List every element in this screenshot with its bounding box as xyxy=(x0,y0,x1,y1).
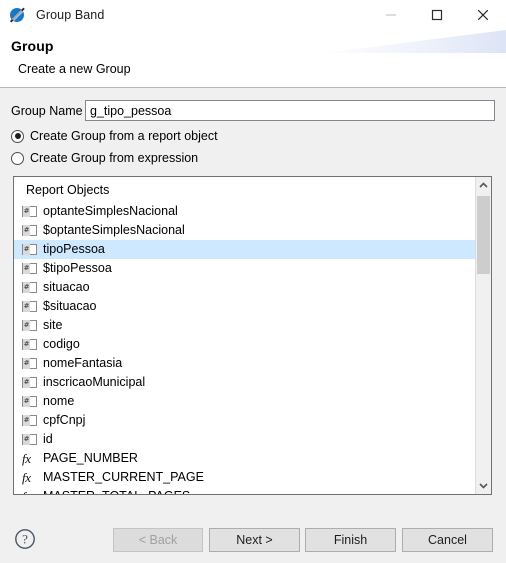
data-field-icon xyxy=(22,415,37,426)
list-item[interactable]: $tipoPessoa xyxy=(14,259,476,278)
list-item[interactable]: inscricaoMunicipal xyxy=(14,373,476,392)
maximize-icon[interactable] xyxy=(414,0,460,30)
radio-button-report-object-icon[interactable] xyxy=(11,129,24,143)
list-item[interactable]: codigo xyxy=(14,335,476,354)
data-field-icon xyxy=(22,263,37,274)
list-item-label: id xyxy=(43,432,53,446)
back-button[interactable]: < Back xyxy=(113,528,203,552)
list-item[interactable]: tipoPessoa xyxy=(14,240,476,259)
window-title: Group Band xyxy=(36,8,105,22)
radio-button-expression-icon[interactable] xyxy=(11,151,24,165)
list-item-label: nomeFantasia xyxy=(43,356,123,370)
page-subtitle: Create a new Group xyxy=(18,62,131,76)
list-item[interactable]: optanteSimplesNacional xyxy=(14,202,476,221)
finish-button[interactable]: Finish xyxy=(305,528,396,552)
scrollbar-thumb[interactable] xyxy=(477,196,490,274)
list-item[interactable]: $optanteSimplesNacional xyxy=(14,221,476,240)
data-field-icon xyxy=(22,206,37,217)
wizard-header: Group Create a new Group xyxy=(0,30,506,87)
list-item[interactable]: fx MASTER_TOTAL_PAGES xyxy=(14,487,476,494)
dialog-body: Group Name Create Group from a report ob… xyxy=(0,88,506,515)
list-item[interactable]: site xyxy=(14,316,476,335)
list-item[interactable]: cpfCnpj xyxy=(14,411,476,430)
chevron-down-icon[interactable] xyxy=(476,477,491,494)
data-field-icon xyxy=(22,434,37,445)
title-bar: Group Band xyxy=(0,0,506,30)
list-item-label: inscricaoMunicipal xyxy=(43,375,146,389)
data-field-icon xyxy=(22,339,37,350)
data-field-icon xyxy=(22,282,37,293)
list-item-label: tipoPessoa xyxy=(43,242,105,256)
list-item-label: $optanteSimplesNacional xyxy=(43,223,185,237)
window-controls xyxy=(368,0,506,30)
group-name-row: Group Name xyxy=(11,101,83,121)
radio-label-expression: Create Group from expression xyxy=(30,151,199,165)
header-decoration-icon xyxy=(316,30,506,64)
list-item[interactable]: nome xyxy=(14,392,476,411)
group-band-dialog: Group Band Group Create a new Group Grou… xyxy=(0,0,506,563)
report-objects-listbox[interactable]: Report Objects optanteSimplesNacional $op… xyxy=(13,176,492,495)
radio-create-from-report-object[interactable]: Create Group from a report object xyxy=(11,129,218,143)
list-item-label: MASTER_CURRENT_PAGE xyxy=(43,470,204,484)
data-field-icon xyxy=(22,396,37,407)
list-item-label: nome xyxy=(43,394,75,408)
radio-create-from-expression[interactable]: Create Group from expression xyxy=(11,151,198,165)
list-item[interactable]: situacao xyxy=(14,278,476,297)
list-item[interactable]: id xyxy=(14,430,476,449)
list-item-label: site xyxy=(43,318,63,332)
svg-text:?: ? xyxy=(22,532,28,547)
cancel-button[interactable]: Cancel xyxy=(402,528,493,552)
help-icon[interactable]: ? xyxy=(14,528,36,550)
list-item-label: $tipoPessoa xyxy=(43,261,112,275)
data-field-icon xyxy=(22,320,37,331)
list-item[interactable]: fx MASTER_CURRENT_PAGE xyxy=(14,468,476,487)
data-field-icon xyxy=(22,377,37,388)
chevron-up-icon[interactable] xyxy=(476,177,491,194)
list-item[interactable]: $situacao xyxy=(14,297,476,316)
data-field-icon xyxy=(22,225,37,236)
minimize-icon[interactable] xyxy=(368,0,414,30)
list-item-label: situacao xyxy=(43,280,90,294)
radio-label-report-object: Create Group from a report object xyxy=(30,129,218,143)
list-scrollbar[interactable] xyxy=(475,177,491,494)
function-icon: fx xyxy=(22,451,31,466)
list-item-label: codigo xyxy=(43,337,80,351)
function-icon: fx xyxy=(22,470,31,485)
data-field-icon xyxy=(22,244,37,255)
group-name-label: Group Name xyxy=(11,104,83,118)
data-field-icon xyxy=(22,358,37,369)
report-objects-header: Report Objects xyxy=(26,183,110,197)
function-icon: fx xyxy=(22,490,37,494)
list-item-label: $situacao xyxy=(43,299,97,313)
report-objects-list[interactable]: optanteSimplesNacional $optanteSimplesNac… xyxy=(14,202,476,494)
next-button[interactable]: Next > xyxy=(209,528,300,552)
list-item-label: cpfCnpj xyxy=(43,413,86,427)
list-item[interactable]: nomeFantasia xyxy=(14,354,476,373)
list-item-label: MASTER_TOTAL_PAGES xyxy=(43,487,190,494)
group-name-input[interactable] xyxy=(85,100,495,121)
dialog-footer: ? < Back Next > Finish Cancel xyxy=(0,515,506,563)
close-icon[interactable] xyxy=(460,0,506,30)
list-item[interactable]: fx PAGE_NUMBER xyxy=(14,449,476,468)
group-band-icon xyxy=(9,7,26,23)
list-item-label: PAGE_NUMBER xyxy=(43,451,138,465)
list-item-label: optanteSimplesNacional xyxy=(43,204,178,218)
data-field-icon xyxy=(22,301,37,312)
page-title: Group xyxy=(11,38,54,54)
